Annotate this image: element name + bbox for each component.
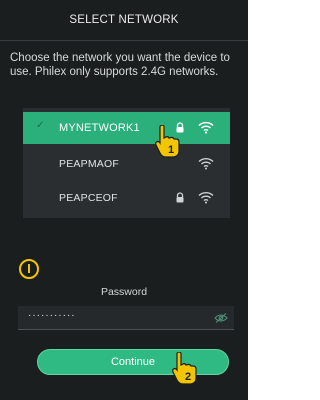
network-item-mynetwork1[interactable]: ✓ MYNETWORK1 <box>23 112 230 144</box>
network-list: ✓ MYNETWORK1 PEAPMAOF PEAPCEOF <box>23 108 230 218</box>
check-icon: ✓ <box>36 120 45 131</box>
network-ssid: PEAPCEOF <box>59 192 118 204</box>
step-number: 1 <box>168 144 174 156</box>
network-ssid: PEAPMAOF <box>59 158 119 170</box>
network-item-peapmaof[interactable]: PEAPMAOF <box>23 148 230 180</box>
eye-off-icon[interactable] <box>214 313 228 323</box>
network-item-peapceof[interactable]: PEAPCEOF <box>23 182 230 214</box>
select-network-screen: SELECT NETWORK Choose the network you wa… <box>0 0 248 400</box>
step-number: 2 <box>185 371 191 383</box>
pointer-hand-icon: 2 <box>172 352 197 385</box>
wifi-icon <box>198 121 214 134</box>
wifi-icon <box>198 157 214 170</box>
lock-icon <box>176 192 184 203</box>
info-callout-icon <box>19 259 39 279</box>
wifi-icon <box>198 191 214 204</box>
network-ssid: MYNETWORK1 <box>59 122 140 134</box>
network-description: Choose the network you want the device t… <box>10 52 230 78</box>
password-field[interactable]: ··········· <box>18 306 234 330</box>
password-label: Password <box>100 286 148 298</box>
password-value: ··········· <box>28 310 76 321</box>
page-title: SELECT NETWORK <box>69 14 179 26</box>
header-divider <box>0 40 248 41</box>
pointer-hand-icon: 1 <box>155 125 180 158</box>
